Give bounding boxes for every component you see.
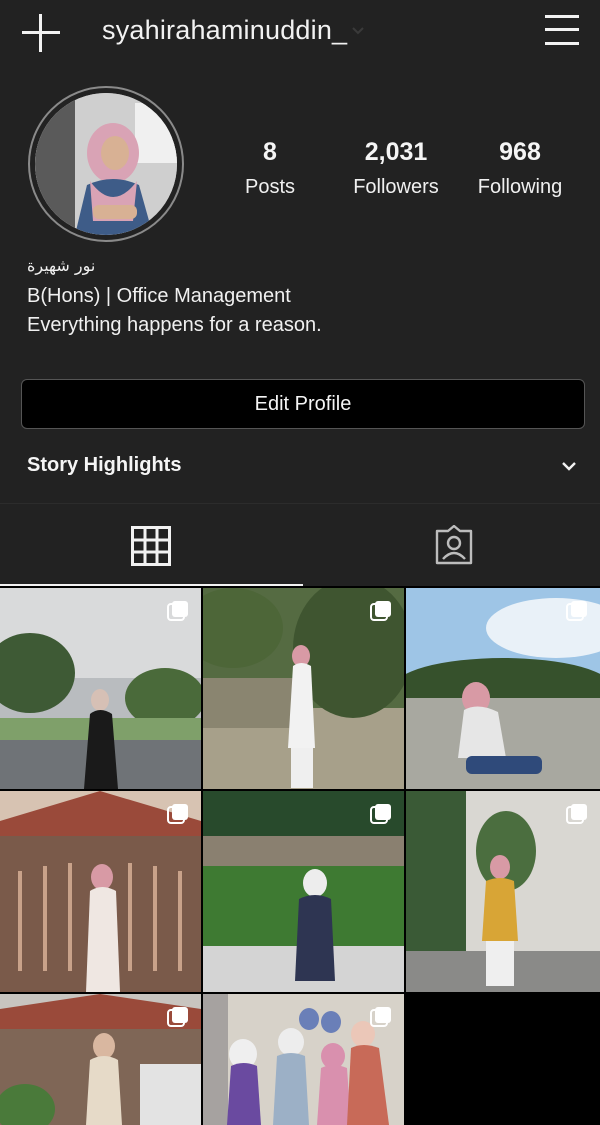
posts-value: 8 (263, 138, 277, 166)
post-thumbnail[interactable] (203, 994, 404, 1125)
following-count[interactable]: 968 Following (470, 138, 570, 199)
multi-post-icon (370, 601, 391, 621)
followers-value: 2,031 (364, 138, 428, 166)
empty-grid-cell (406, 992, 600, 1125)
avatar[interactable] (28, 86, 184, 242)
post-thumbnail[interactable] (406, 588, 600, 789)
following-label: Following (477, 176, 563, 198)
profile-tabs (0, 503, 600, 587)
plus-icon[interactable] (22, 14, 60, 52)
hamburger-menu-icon[interactable] (545, 15, 579, 45)
chevron-down-icon[interactable] (352, 25, 364, 37)
following-value: 968 (499, 138, 541, 166)
bio-line: B(Hons) | Office Management (27, 285, 291, 307)
multi-post-icon (167, 601, 188, 621)
post-thumbnail[interactable] (0, 994, 201, 1125)
posts-grid (0, 586, 600, 1125)
avatar-photo (35, 93, 177, 235)
tab-tagged[interactable] (303, 504, 600, 587)
post-thumbnail[interactable] (0, 791, 201, 992)
post-thumbnail[interactable] (0, 588, 201, 789)
followers-label: Followers (353, 176, 439, 198)
edit-profile-button[interactable]: Edit Profile (21, 379, 585, 429)
followers-count[interactable]: 2,031 Followers (346, 138, 446, 199)
grid-icon (131, 526, 171, 566)
multi-post-icon (370, 804, 391, 824)
post-thumbnail[interactable] (203, 791, 404, 992)
profile-header: 8 Posts 2,031 Followers 968 Following نو… (0, 66, 600, 503)
multi-post-icon (370, 1007, 391, 1027)
posts-count[interactable]: 8 Posts (240, 138, 300, 199)
tab-posts-grid[interactable] (0, 504, 303, 587)
post-thumbnail[interactable] (203, 588, 404, 789)
bio-line: Everything happens for a reason. (27, 314, 322, 336)
story-highlights-label[interactable]: Story Highlights (27, 454, 181, 477)
username[interactable]: syahirahaminuddin_ (102, 15, 347, 46)
post-thumbnail[interactable] (406, 791, 600, 992)
multi-post-icon (167, 804, 188, 824)
top-bar: syahirahaminuddin_ (0, 0, 600, 66)
multi-post-icon (167, 1007, 188, 1027)
multi-post-icon (566, 804, 587, 824)
multi-post-icon (566, 601, 587, 621)
bio-display-name: نور شهيرة (27, 256, 96, 275)
tagged-icon (435, 525, 473, 565)
posts-label: Posts (244, 176, 296, 198)
chevron-down-icon[interactable] (561, 458, 577, 474)
